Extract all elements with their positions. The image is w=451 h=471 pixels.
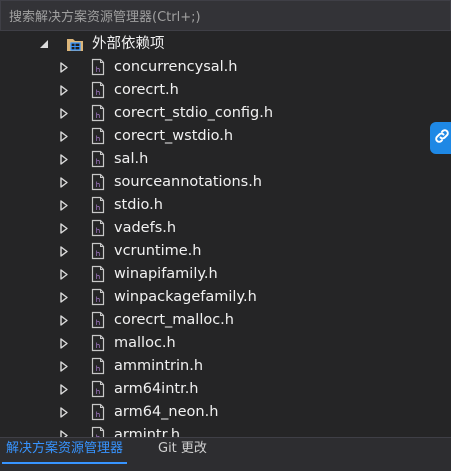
tree-item[interactable]: h sourceannotations.h	[0, 171, 451, 194]
collapsed-caret-icon[interactable]	[58, 107, 70, 119]
tab-solution-explorer[interactable]: 解决方案资源管理器	[2, 438, 128, 464]
tree-item-label: corecrt.h	[114, 82, 179, 98]
tree-item-label: corecrt_stdio_config.h	[114, 105, 274, 121]
expanded-caret-icon[interactable]	[38, 38, 50, 50]
header-file-icon: h	[91, 265, 105, 283]
svg-text:h: h	[96, 319, 100, 327]
tree-item[interactable]: h arm64intr.h	[0, 378, 451, 401]
tree-root-label: 外部依赖项	[92, 36, 165, 52]
header-file-icon: h	[91, 334, 105, 352]
tree-item[interactable]: h vadefs.h	[0, 217, 451, 240]
collapsed-caret-icon[interactable]	[58, 176, 70, 188]
svg-text:h: h	[96, 342, 100, 350]
svg-text:h: h	[96, 227, 100, 235]
collapsed-caret-icon[interactable]	[58, 291, 70, 303]
header-file-icon: h	[91, 58, 105, 76]
header-file-icon: h	[91, 357, 105, 375]
header-file-icon: h	[91, 81, 105, 99]
tree-item[interactable]: h sal.h	[0, 148, 451, 171]
header-file-icon: h	[91, 219, 105, 237]
tree-item-label: sourceannotations.h	[114, 174, 262, 190]
tab-git-changes[interactable]: Git 更改	[154, 438, 211, 462]
tree-item[interactable]: h stdio.h	[0, 194, 451, 217]
tree-item-label: vcruntime.h	[114, 243, 202, 259]
collapsed-caret-icon[interactable]	[58, 360, 70, 372]
collapsed-caret-icon[interactable]	[58, 84, 70, 96]
collapsed-caret-icon[interactable]	[58, 245, 70, 257]
collapsed-caret-icon[interactable]	[58, 406, 70, 418]
header-file-icon: h	[91, 380, 105, 398]
header-file-icon: h	[91, 196, 105, 214]
svg-text:h: h	[96, 296, 100, 304]
svg-text:h: h	[96, 158, 100, 166]
collapsed-caret-icon[interactable]	[58, 199, 70, 211]
header-file-icon: h	[91, 403, 105, 421]
search-placeholder[interactable]: 搜索解决方案资源管理器(Ctrl+;)	[9, 6, 201, 25]
external-dependencies-folder-icon	[66, 35, 84, 53]
collapsed-caret-icon[interactable]	[58, 314, 70, 326]
tree-item[interactable]: h corecrt.h	[0, 79, 451, 102]
collapsed-caret-icon[interactable]	[58, 61, 70, 73]
header-file-icon: h	[91, 288, 105, 306]
tree-item[interactable]: h corecrt_malloc.h	[0, 309, 451, 332]
svg-text:h: h	[96, 365, 100, 373]
tree-item-label: armintr.h	[114, 427, 181, 438]
header-file-icon: h	[91, 311, 105, 329]
svg-text:h: h	[96, 181, 100, 189]
search-box[interactable]: 搜索解决方案资源管理器(Ctrl+;)	[0, 0, 451, 31]
collapsed-caret-icon[interactable]	[58, 222, 70, 234]
tree-item-label: winpackagefamily.h	[114, 289, 257, 305]
tree-item-label: arm64intr.h	[114, 381, 199, 397]
tree-item-label: malloc.h	[114, 335, 176, 351]
tree-item[interactable]: h corecrt_stdio_config.h	[0, 102, 451, 125]
tree-item-label: stdio.h	[114, 197, 163, 213]
header-file-icon: h	[91, 127, 105, 145]
collapsed-caret-icon[interactable]	[58, 337, 70, 349]
solution-tree: 外部依赖项 h concurrencysal.h h corecrt.h h corecr…	[0, 33, 451, 438]
svg-text:h: h	[96, 204, 100, 212]
svg-text:h: h	[96, 89, 100, 97]
tree-item-label: ammintrin.h	[114, 358, 204, 374]
tree-item[interactable]: h corecrt_wstdio.h	[0, 125, 451, 148]
tree-item[interactable]: h concurrencysal.h	[0, 56, 451, 79]
svg-text:h: h	[96, 135, 100, 143]
svg-text:h: h	[96, 250, 100, 258]
tree-item[interactable]: h vcruntime.h	[0, 240, 451, 263]
header-file-icon: h	[91, 104, 105, 122]
tree-item[interactable]: h winpackagefamily.h	[0, 286, 451, 309]
collapsed-caret-icon[interactable]	[58, 268, 70, 280]
header-file-icon: h	[91, 173, 105, 191]
svg-text:h: h	[96, 273, 100, 281]
tree-item-label: sal.h	[114, 151, 149, 167]
tree-item[interactable]: h armintr.h	[0, 424, 451, 438]
tree-item[interactable]: h ammintrin.h	[0, 355, 451, 378]
svg-text:h: h	[96, 112, 100, 120]
tree-root-row[interactable]: 外部依赖项	[0, 33, 451, 56]
svg-text:h: h	[96, 388, 100, 396]
tree-item-label: vadefs.h	[114, 220, 177, 236]
header-file-icon: h	[91, 242, 105, 260]
collapsed-caret-icon[interactable]	[58, 130, 70, 142]
svg-text:h: h	[96, 411, 100, 419]
svg-text:h: h	[96, 66, 100, 74]
collapsed-caret-icon[interactable]	[58, 153, 70, 165]
collapsed-caret-icon[interactable]	[58, 383, 70, 395]
tree-item-label: concurrencysal.h	[114, 59, 238, 75]
tree-item-label: arm64_neon.h	[114, 404, 219, 420]
tree-item[interactable]: h arm64_neon.h	[0, 401, 451, 424]
tree-item-label: corecrt_wstdio.h	[114, 128, 234, 144]
tree-item[interactable]: h winapifamily.h	[0, 263, 451, 286]
tree-item-label: corecrt_malloc.h	[114, 312, 234, 328]
link-icon	[433, 127, 451, 149]
header-file-icon: h	[91, 150, 105, 168]
floating-link-button[interactable]	[430, 122, 451, 154]
tree-item[interactable]: h malloc.h	[0, 332, 451, 355]
tree-item-label: winapifamily.h	[114, 266, 218, 282]
bottom-tab-bar: 解决方案资源管理器 Git 更改	[0, 437, 451, 471]
